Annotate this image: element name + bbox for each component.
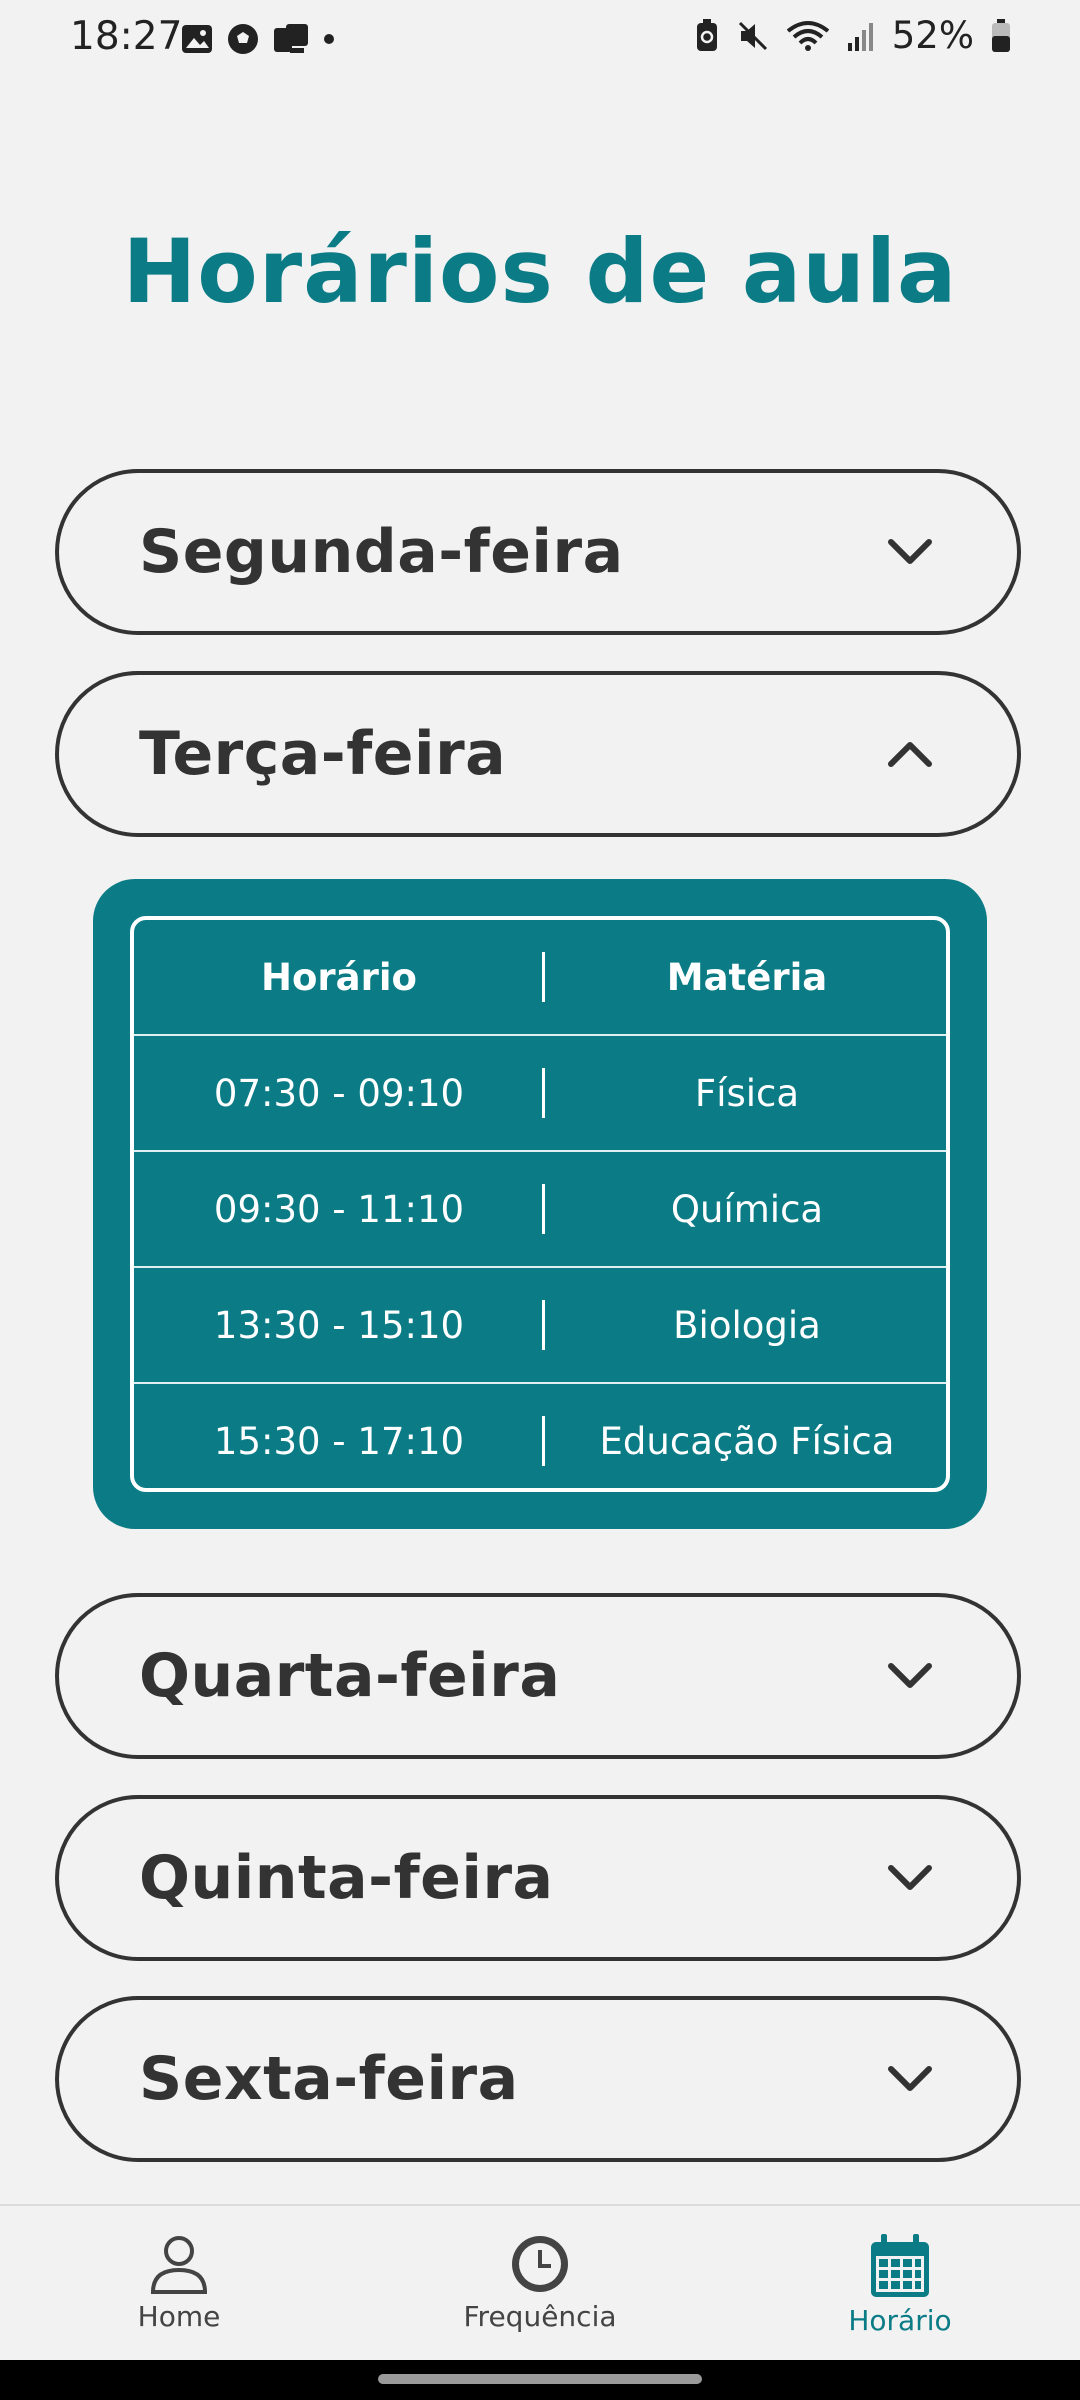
table-row: 07:30 - 09:10 Física (134, 1036, 946, 1152)
gallery-icon (182, 25, 212, 53)
table-row: 13:30 - 15:10 Biologia (134, 1268, 946, 1384)
nav-horario[interactable]: Horário (790, 2232, 1010, 2337)
row-subject: Biologia (673, 1303, 821, 1347)
day-label: Quinta-feira (139, 1843, 554, 1913)
battery-saver-icon (696, 18, 717, 51)
table-row: 15:30 - 17:10 Educação Física (134, 1384, 946, 1488)
signal-icon (847, 22, 873, 51)
schedule-table: Horário Matéria 07:30 - 09:10 Física 09:… (130, 916, 950, 1492)
row-subject: Física (694, 1071, 800, 1115)
row-time: 13:30 - 15:10 (213, 1303, 465, 1347)
nav-frequencia-label: Frequência (463, 2300, 617, 2333)
notification-icons (180, 22, 336, 56)
day-accordion-sexta[interactable]: Sexta-feira (55, 1996, 1021, 2162)
column-header-time: Horário (261, 955, 417, 999)
nav-horario-label: Horário (848, 2304, 952, 2337)
day-accordion-quarta[interactable]: Quarta-feira (55, 1593, 1021, 1759)
day-label: Segunda-feira (139, 517, 624, 587)
person-icon (150, 2236, 208, 2294)
row-subject: Educação Física (599, 1419, 895, 1463)
cast-icon (274, 24, 308, 53)
chevron-down-icon (888, 1865, 932, 1890)
home-gesture-handle[interactable] (378, 2374, 702, 2384)
day-accordion-terca[interactable]: Terça-feira (55, 671, 1021, 837)
page-title: Horários de aula (122, 220, 958, 323)
row-time: 15:30 - 17:10 (213, 1419, 465, 1463)
mute-icon (738, 21, 767, 50)
nav-frequencia[interactable]: Frequência (430, 2232, 650, 2333)
soccer-ball-icon (228, 24, 258, 54)
dot-icon (324, 34, 334, 44)
status-bar: 18:27 52% (0, 0, 1080, 80)
calendar-icon (871, 2234, 929, 2297)
bottom-nav: Home Frequência Horário (0, 2204, 1080, 2362)
day-label: Sexta-feira (139, 2044, 519, 2114)
column-header-subject: Matéria (666, 955, 828, 999)
clock-icon (512, 2236, 568, 2292)
chevron-up-icon (888, 742, 932, 767)
row-time: 07:30 - 09:10 (213, 1071, 465, 1115)
chevron-down-icon (888, 2066, 932, 2091)
day-label: Quarta-feira (139, 1641, 561, 1711)
row-time: 09:30 - 11:10 (213, 1187, 465, 1231)
row-subject: Química (670, 1187, 824, 1231)
day-accordion-segunda[interactable]: Segunda-feira (55, 469, 1021, 635)
system-status: 52% (694, 14, 1012, 57)
chevron-down-icon (888, 539, 932, 564)
chevron-down-icon (888, 1663, 932, 1688)
nav-home[interactable]: Home (69, 2232, 289, 2333)
schedule-panel: Horário Matéria 07:30 - 09:10 Física 09:… (93, 879, 987, 1529)
day-label: Terça-feira (139, 719, 507, 789)
system-navigation-bar (0, 2360, 1080, 2400)
table-header-row: Horário Matéria (134, 920, 946, 1036)
battery-percentage: 52% (891, 14, 974, 57)
wifi-icon (786, 20, 829, 51)
nav-home-label: Home (137, 2300, 221, 2333)
day-accordion-quinta[interactable]: Quinta-feira (55, 1795, 1021, 1961)
battery-icon (992, 18, 1010, 52)
status-time: 18:27 (70, 14, 183, 59)
table-row: 09:30 - 11:10 Química (134, 1152, 946, 1268)
